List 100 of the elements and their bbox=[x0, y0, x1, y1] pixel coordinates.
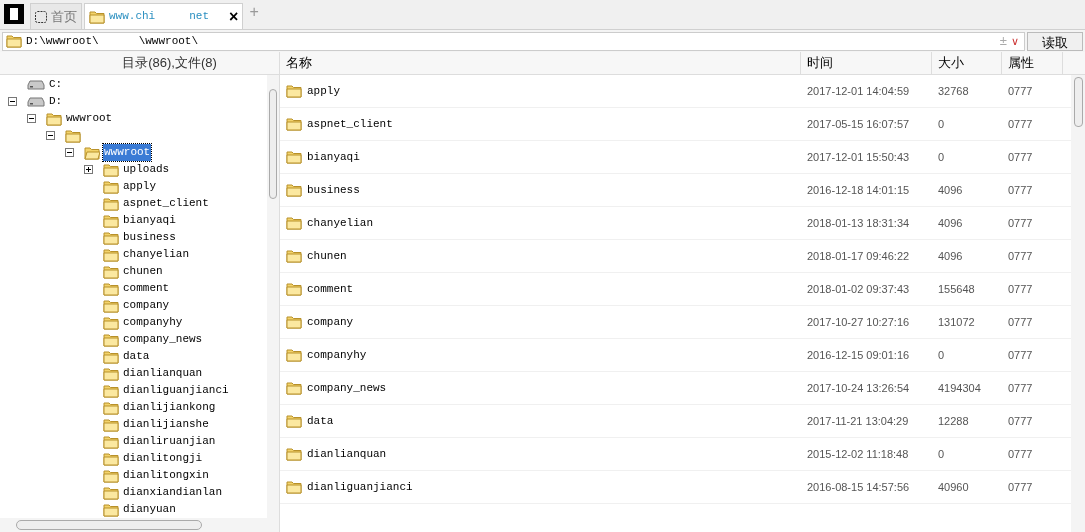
folder-icon bbox=[103, 417, 119, 432]
column-header[interactable]: 名称 bbox=[280, 52, 801, 74]
column-header[interactable]: 属性 bbox=[1002, 52, 1063, 74]
tab[interactable]: www.chi net × bbox=[84, 3, 244, 29]
tree-item[interactable]: company bbox=[122, 297, 171, 314]
table-cell-text: 2016-08-15 14:57:56 bbox=[806, 479, 911, 495]
close-icon[interactable]: × bbox=[229, 8, 239, 25]
folder-icon bbox=[286, 216, 302, 230]
tree-item[interactable]: D: bbox=[48, 93, 64, 110]
drive-icon bbox=[27, 96, 45, 107]
drive-icon bbox=[27, 79, 45, 90]
tree-item[interactable]: company_news bbox=[122, 331, 204, 348]
file-name[interactable]: bianyaqi bbox=[307, 148, 360, 166]
table-cell-text: 0777 bbox=[1007, 281, 1034, 297]
tree-item[interactable]: dianliguanjianci bbox=[122, 382, 230, 399]
file-name[interactable]: apply bbox=[307, 82, 340, 100]
vertical-scrollbar[interactable] bbox=[267, 75, 279, 518]
folder-icon bbox=[103, 434, 119, 449]
dropdown-icon[interactable]: ∨ bbox=[1011, 32, 1019, 50]
vertical-scrollbar[interactable] bbox=[1071, 75, 1085, 532]
table-cell-text: 0777 bbox=[1007, 215, 1034, 231]
file-name[interactable]: dianlianquan bbox=[307, 445, 387, 463]
table-cell-text: 0777 bbox=[1007, 116, 1034, 132]
table-cell-text: 32768 bbox=[937, 83, 970, 99]
folder-icon bbox=[103, 468, 119, 483]
folder-icon bbox=[103, 451, 119, 466]
folder-icon bbox=[103, 298, 119, 313]
tree-item[interactable]: dianliruanjian bbox=[122, 433, 217, 450]
table-cell-text: 0777 bbox=[1007, 380, 1034, 396]
read-button[interactable]: 读取 bbox=[1027, 31, 1083, 51]
file-name[interactable]: company bbox=[307, 313, 354, 331]
expand-icon[interactable] bbox=[84, 165, 93, 174]
table-cell-text: 2017-10-24 13:26:54 bbox=[806, 380, 911, 396]
tree-item[interactable]: comment bbox=[122, 280, 171, 297]
folder-icon bbox=[103, 179, 119, 194]
table-cell-text: 4096 bbox=[937, 182, 964, 198]
file-name[interactable]: business bbox=[307, 181, 360, 199]
path-text: D:\wwwroot\ bbox=[26, 33, 99, 49]
column-header[interactable]: 大小 bbox=[932, 52, 1002, 74]
folder-icon bbox=[46, 111, 62, 126]
folder-icon bbox=[286, 348, 302, 362]
tree-item[interactable]: wwwroot bbox=[103, 144, 152, 161]
tree-item[interactable]: dianyuan bbox=[122, 501, 177, 518]
tab-label: www.chi bbox=[109, 9, 156, 25]
tree-item[interactable]: data bbox=[122, 348, 151, 365]
folder-icon bbox=[103, 383, 119, 398]
file-name[interactable]: dianliguanjianci bbox=[307, 478, 413, 496]
tree-item[interactable]: dianlitongxin bbox=[122, 467, 210, 484]
file-name[interactable]: chanyelian bbox=[307, 214, 373, 232]
tree-item[interactable]: apply bbox=[122, 178, 157, 195]
table-cell-text: 4096 bbox=[937, 215, 964, 231]
column-header[interactable]: 时间 bbox=[801, 52, 932, 74]
table-cell-text: 0777 bbox=[1007, 149, 1034, 165]
tree-item[interactable]: business bbox=[122, 229, 177, 246]
tree-item[interactable]: dianxiandianlan bbox=[122, 484, 224, 501]
file-name[interactable]: company_news bbox=[307, 379, 387, 397]
folder-icon bbox=[103, 247, 119, 262]
tree-item[interactable]: dianlijianshe bbox=[122, 416, 210, 433]
tree-item[interactable]: uploads bbox=[122, 161, 171, 178]
table-cell-text: 2018-01-02 09:37:43 bbox=[806, 281, 911, 297]
tree-item[interactable]: chanyelian bbox=[122, 246, 190, 263]
table-cell-text: 0777 bbox=[1007, 83, 1034, 99]
tree-item[interactable]: bianyaqi bbox=[122, 212, 177, 229]
horizontal-scrollbar[interactable] bbox=[0, 518, 279, 532]
file-name[interactable]: chunen bbox=[307, 247, 347, 265]
table-cell-text: 0777 bbox=[1007, 182, 1034, 198]
tree-item[interactable]: aspnet_client bbox=[122, 195, 210, 212]
table-cell-text: 2018-01-13 18:31:34 bbox=[806, 215, 911, 231]
table-cell-text: 4096 bbox=[937, 248, 964, 264]
folder-icon bbox=[103, 264, 119, 279]
file-name[interactable]: companyhy bbox=[307, 346, 367, 364]
folder-icon bbox=[286, 447, 302, 461]
folder-icon bbox=[103, 196, 119, 211]
folder-icon bbox=[103, 485, 119, 500]
tree-item[interactable]: chunen bbox=[122, 263, 164, 280]
address-field[interactable]: D:\wwwroot\ \wwwroot\ ± ∨ bbox=[2, 31, 1025, 51]
tree-item[interactable]: companyhy bbox=[122, 314, 184, 331]
tab-label: 首页 bbox=[51, 7, 77, 26]
table-cell-text: 2016-12-15 09:01:16 bbox=[806, 347, 911, 363]
folder-icon bbox=[84, 145, 100, 160]
folder-icon bbox=[103, 502, 119, 517]
collapse-icon[interactable] bbox=[65, 148, 74, 157]
tree-item[interactable]: dianlijiankong bbox=[122, 399, 217, 416]
table-cell-text: 0777 bbox=[1007, 314, 1034, 330]
collapse-icon[interactable] bbox=[27, 114, 36, 123]
collapse-icon[interactable] bbox=[46, 131, 55, 140]
tree-item[interactable]: wwwroot bbox=[65, 110, 114, 127]
file-name[interactable]: comment bbox=[307, 280, 354, 298]
collapse-icon[interactable] bbox=[8, 97, 17, 106]
folder-icon bbox=[286, 150, 302, 164]
tree-item[interactable]: dianlianquan bbox=[122, 365, 204, 382]
tab[interactable]: 首页 bbox=[30, 3, 82, 29]
folder-icon bbox=[286, 315, 302, 329]
file-name[interactable]: data bbox=[307, 412, 334, 430]
folder-icon bbox=[103, 230, 119, 245]
table-cell-text: 0 bbox=[937, 446, 946, 462]
tree-item[interactable]: C: bbox=[48, 76, 64, 93]
table-cell-text: 155648 bbox=[937, 281, 976, 297]
tree-item[interactable]: dianlitongji bbox=[122, 450, 204, 467]
file-name[interactable]: aspnet_client bbox=[307, 115, 393, 133]
